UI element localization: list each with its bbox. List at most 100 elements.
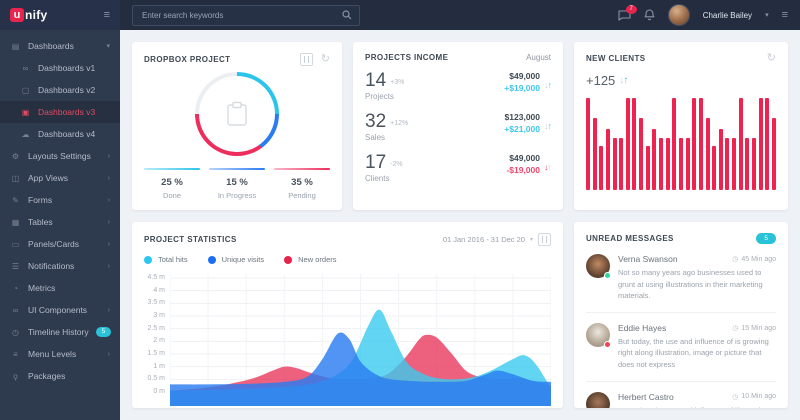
- status-dot-online: [604, 272, 611, 279]
- sender-name: Herbert Castro: [618, 392, 674, 402]
- sidebar-item-label: Dashboards: [28, 41, 74, 51]
- sidebar-item-app-views[interactable]: ◫App Views›: [0, 167, 120, 189]
- sidebar-item-dashboards[interactable]: ▤Dashboards▾: [0, 35, 120, 57]
- unread-count-badge: 5: [756, 233, 776, 244]
- chevron-right-icon: ›: [108, 219, 110, 226]
- user-avatar[interactable]: [668, 4, 690, 26]
- bar: [586, 98, 590, 190]
- message-text: Not so many years ago businesses used to…: [618, 267, 776, 301]
- sidebar-item-notifications[interactable]: ☰Notifications›: [0, 255, 120, 277]
- sidebar-item-dashboards-v2[interactable]: ▢Dashboards v2: [0, 79, 120, 101]
- date-range-picker[interactable]: 01 Jan 2016 - 31 Dec 20 ▾: [443, 233, 551, 246]
- income-value: 32: [365, 112, 386, 131]
- chevron-right-icon: ›: [108, 197, 110, 204]
- sidebar-item-label: Layouts Settings: [28, 151, 91, 161]
- sidebar-item-dashboards-v3[interactable]: ▣Dashboards v3: [0, 101, 120, 123]
- message-text: But today, the use and influence of illu…: [618, 405, 776, 408]
- sidebar-item-ui-components[interactable]: ∞UI Components›: [0, 299, 120, 321]
- sidebar-item-dashboards-v4[interactable]: ☁Dashboards v4: [0, 123, 120, 145]
- clock-icon: ◔: [10, 284, 21, 293]
- bar: [699, 98, 703, 190]
- period-label[interactable]: August: [526, 53, 551, 62]
- donut-chart: [195, 72, 279, 156]
- sender-name: Verna Swanson: [618, 254, 678, 264]
- legend-item-unique-visits[interactable]: Unique visits: [208, 255, 265, 264]
- message-body: Verna Swanson◷45 Min agoNot so many year…: [618, 254, 776, 301]
- income-percent: +12%: [390, 120, 408, 139]
- bar: [739, 98, 743, 190]
- stat-value: 25 %: [144, 177, 200, 188]
- topbar-menu-icon[interactable]: ≡: [782, 9, 788, 21]
- user-name[interactable]: Charlie Bailey: [703, 11, 752, 20]
- sidebar-item-panels-cards[interactable]: ▭Panels/Cards›: [0, 233, 120, 255]
- income-right: $123,000+$21,000↓↑: [504, 112, 551, 134]
- income-amounts: $49,000+$19,000: [504, 71, 540, 93]
- bar: [639, 118, 643, 190]
- sidebar: u nify ≡ ▤Dashboards▾∞Dashboards v1▢Dash…: [0, 0, 120, 420]
- y-tick-label: 1.5 m: [147, 350, 165, 357]
- sidebar-item-metrics[interactable]: ◔Metrics: [0, 277, 120, 299]
- trend-arrows-icon: ↓↑: [544, 121, 551, 131]
- pencil-icon: ✎: [10, 196, 21, 205]
- dropbox-stats: 25 %Done15 %In Progress35 %Pending: [144, 168, 330, 200]
- income-row-sales: 32+12%Sales $123,000+$21,000↓↑: [365, 112, 551, 142]
- progress-stat-in-progress: 15 %In Progress: [209, 168, 265, 200]
- search-box[interactable]: [132, 5, 360, 26]
- chevron-down-icon: ▾: [106, 42, 110, 50]
- card-title: DROPBOX PROJECT: [144, 55, 230, 64]
- sidebar-item-packages[interactable]: ϙPackages: [0, 365, 120, 387]
- bar: [692, 98, 696, 190]
- unify-logo[interactable]: u nify: [10, 8, 48, 22]
- income-row-clients: 17-2%Clients$49,000-$19,000↓↑: [365, 153, 551, 183]
- chevron-right-icon: ›: [108, 263, 110, 270]
- bar: [652, 129, 656, 190]
- sidebar-item-label: Panels/Cards: [28, 239, 79, 249]
- legend-item-new-orders[interactable]: New orders: [284, 255, 336, 264]
- logo-row: u nify ≡: [0, 0, 120, 30]
- message-item[interactable]: Herbert Castro ◷10 Min ago But today, the …: [586, 382, 776, 408]
- sender-name: Eddie Hayes: [618, 323, 666, 333]
- stat-underline: [209, 168, 265, 170]
- stat-underline: [274, 168, 330, 170]
- sidebar-nav: ▤Dashboards▾∞Dashboards v1▢Dashboards v2…: [0, 30, 120, 387]
- trend-arrows-icon: ↓↑: [544, 80, 551, 90]
- clock-icon: ◷: [732, 255, 738, 263]
- message-item[interactable]: Verna Swanson◷45 Min agoNot so many year…: [586, 244, 776, 313]
- refresh-icon[interactable]: ↻: [321, 54, 330, 65]
- sidebar-item-label: Tables: [28, 217, 53, 227]
- settings-icon[interactable]: [300, 53, 313, 66]
- sidebar-item-timeline-history[interactable]: ◷Timeline History5: [0, 321, 120, 343]
- search-icon[interactable]: [342, 10, 352, 20]
- sidebar-item-tables[interactable]: ▦Tables›: [0, 211, 120, 233]
- bell-icon[interactable]: [644, 9, 655, 21]
- panel-icon: ▭: [10, 240, 21, 249]
- income-amount: $49,000: [504, 71, 540, 81]
- income-left: 32+12%Sales: [365, 112, 408, 142]
- stat-label: In Progress: [209, 191, 265, 200]
- sidebar-item-forms[interactable]: ✎ Forms ›: [0, 189, 120, 211]
- bar: [772, 118, 776, 190]
- list-icon: ☰: [10, 262, 21, 271]
- income-amounts: $49,000-$19,000: [506, 153, 540, 175]
- logo-text: nify: [25, 8, 48, 22]
- legend-item-total-hits[interactable]: Total hits: [144, 255, 188, 264]
- user-menu-chevron-icon[interactable]: ▾: [765, 11, 769, 19]
- plot-area: [170, 274, 551, 406]
- message-item[interactable]: Eddie Hayes◷15 Min agoBut today, the use…: [586, 313, 776, 382]
- logo-mark: u: [10, 8, 24, 22]
- sidebar-item-label: Forms: [28, 195, 52, 205]
- bar: [606, 129, 610, 190]
- message-time: ◷10 Min ago: [732, 393, 776, 401]
- stat-value: 35 %: [274, 177, 330, 188]
- sidebar-toggle-icon[interactable]: ≡: [104, 10, 110, 21]
- sidebar-item-menu-levels[interactable]: ≡Menu Levels›: [0, 343, 120, 365]
- search-input[interactable]: [140, 10, 336, 21]
- sidebar-item-layouts-settings[interactable]: ⚙Layouts Settings›: [0, 145, 120, 167]
- chat-icon[interactable]: 7: [618, 10, 631, 21]
- income-value: 17: [365, 153, 386, 172]
- monitor-icon: ▢: [20, 86, 31, 95]
- sidebar-item-dashboards-v1[interactable]: ∞Dashboards v1: [0, 57, 120, 79]
- refresh-icon[interactable]: ↻: [767, 53, 776, 64]
- settings-icon[interactable]: [538, 233, 551, 246]
- bar: [759, 98, 763, 190]
